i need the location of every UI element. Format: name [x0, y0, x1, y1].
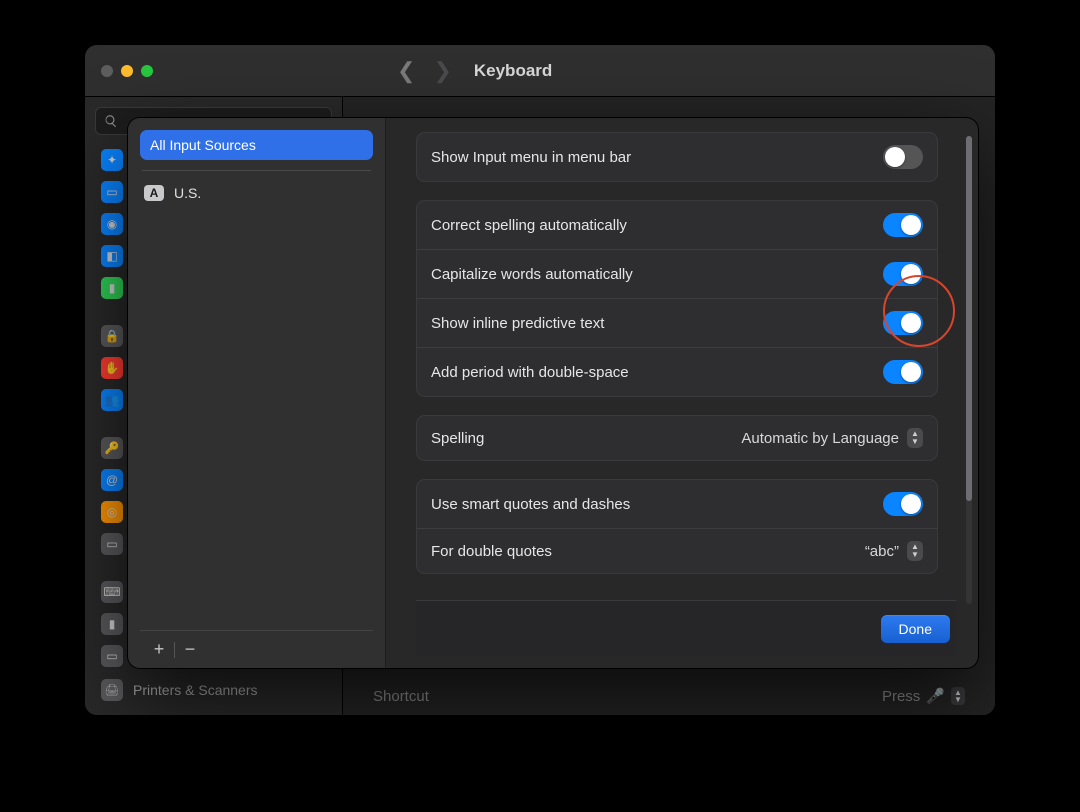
display-icon: ▭: [101, 181, 123, 203]
keyboard-badge-icon: A: [144, 185, 164, 201]
shortcut-row: Shortcut Press 🎤 ▲▼: [373, 687, 965, 705]
internet-icon: @: [101, 469, 123, 491]
chevron-updown-icon: ▲▼: [907, 541, 923, 561]
sidebar-item-label: Printers & Scanners: [133, 682, 258, 698]
lock-icon: 🔒: [101, 325, 123, 347]
input-sources-sheet: All Input Sources A U.S. + − Show Input …: [128, 118, 978, 668]
window-controls: [101, 65, 153, 77]
accessibility-icon: ◉: [101, 213, 123, 235]
group-quotes: Use smart quotes and dashes For double q…: [416, 479, 938, 574]
users-icon: 👥: [101, 389, 123, 411]
vertical-scrollbar[interactable]: [966, 136, 972, 604]
keyboard-icon: ⌨: [101, 581, 123, 603]
row-smart-quotes: Use smart quotes and dashes: [417, 480, 937, 528]
mic-icon: 🎤: [926, 687, 945, 705]
spelling-select[interactable]: Automatic by Language ▲▼: [741, 428, 923, 448]
group-spelling: Spelling Automatic by Language ▲▼: [416, 415, 938, 461]
row-spelling: Spelling Automatic by Language ▲▼: [417, 416, 937, 460]
input-source-item[interactable]: A U.S.: [140, 179, 373, 207]
group-text: Correct spelling automatically Capitaliz…: [416, 200, 938, 397]
passwords-icon: 🔑: [101, 437, 123, 459]
done-button[interactable]: Done: [881, 615, 950, 643]
toggle-capitalize[interactable]: [883, 262, 923, 286]
privacy-icon: ✋: [101, 357, 123, 379]
chevron-updown-icon: ▲▼: [907, 428, 923, 448]
scrollbar-thumb[interactable]: [966, 136, 972, 501]
gear-icon: ✦: [101, 149, 123, 171]
search-icon: [104, 114, 118, 128]
input-source-label: U.S.: [174, 185, 201, 201]
sidebar-item-printers[interactable]: 🖨 Printers & Scanners: [95, 671, 332, 715]
control-icon: ◧: [101, 245, 123, 267]
toggle-smart-quotes[interactable]: [883, 492, 923, 516]
row-add-period: Add period with double-space: [417, 347, 937, 396]
row-correct-spelling: Correct spelling automatically: [417, 201, 937, 249]
wallet-icon: ▭: [101, 533, 123, 555]
toggle-correct-spelling[interactable]: [883, 213, 923, 237]
add-source-button[interactable]: +: [146, 638, 172, 662]
row-show-input-menu: Show Input menu in menu bar: [417, 133, 937, 181]
nav-arrows: ❮ ❯: [397, 58, 452, 84]
stepper-icon: ▲▼: [951, 687, 965, 705]
remove-source-button[interactable]: −: [177, 638, 203, 662]
back-button[interactable]: ❮: [397, 58, 415, 84]
double-quotes-select[interactable]: “abc” ▲▼: [865, 541, 923, 561]
settings-scroll: Show Input menu in menu bar Correct spel…: [416, 132, 956, 600]
battery-icon: ▮: [101, 277, 123, 299]
minimize-window-button[interactable]: [121, 65, 133, 77]
titlebar: ❮ ❯ Keyboard: [85, 45, 995, 97]
all-input-sources-item[interactable]: All Input Sources: [140, 130, 373, 160]
printer-icon: 🖨: [101, 679, 123, 701]
divider: [142, 170, 371, 171]
sources-list-panel: All Input Sources A U.S. + −: [128, 118, 386, 668]
toggle-add-period[interactable]: [883, 360, 923, 384]
shortcut-record[interactable]: Press 🎤 ▲▼: [882, 687, 965, 705]
toggle-predictive[interactable]: [883, 311, 923, 335]
list-footer: + −: [140, 630, 373, 668]
close-window-button[interactable]: [101, 65, 113, 77]
row-double-quotes: For double quotes “abc” ▲▼: [417, 528, 937, 573]
gamecenter-icon: ◎: [101, 501, 123, 523]
row-capitalize: Capitalize words automatically: [417, 249, 937, 298]
row-predictive: Show inline predictive text: [417, 298, 937, 347]
group-menubar: Show Input menu in menu bar: [416, 132, 938, 182]
forward-button[interactable]: ❯: [433, 58, 451, 84]
trackpad-icon: ▭: [101, 645, 123, 667]
page-title: Keyboard: [474, 61, 552, 81]
sheet-footer: Done: [416, 600, 956, 656]
toggle-show-input-menu[interactable]: [883, 145, 923, 169]
zoom-window-button[interactable]: [141, 65, 153, 77]
sources-settings-panel: Show Input menu in menu bar Correct spel…: [386, 118, 978, 668]
shortcut-label: Shortcut: [373, 688, 429, 705]
mouse-icon: ▮: [101, 613, 123, 635]
